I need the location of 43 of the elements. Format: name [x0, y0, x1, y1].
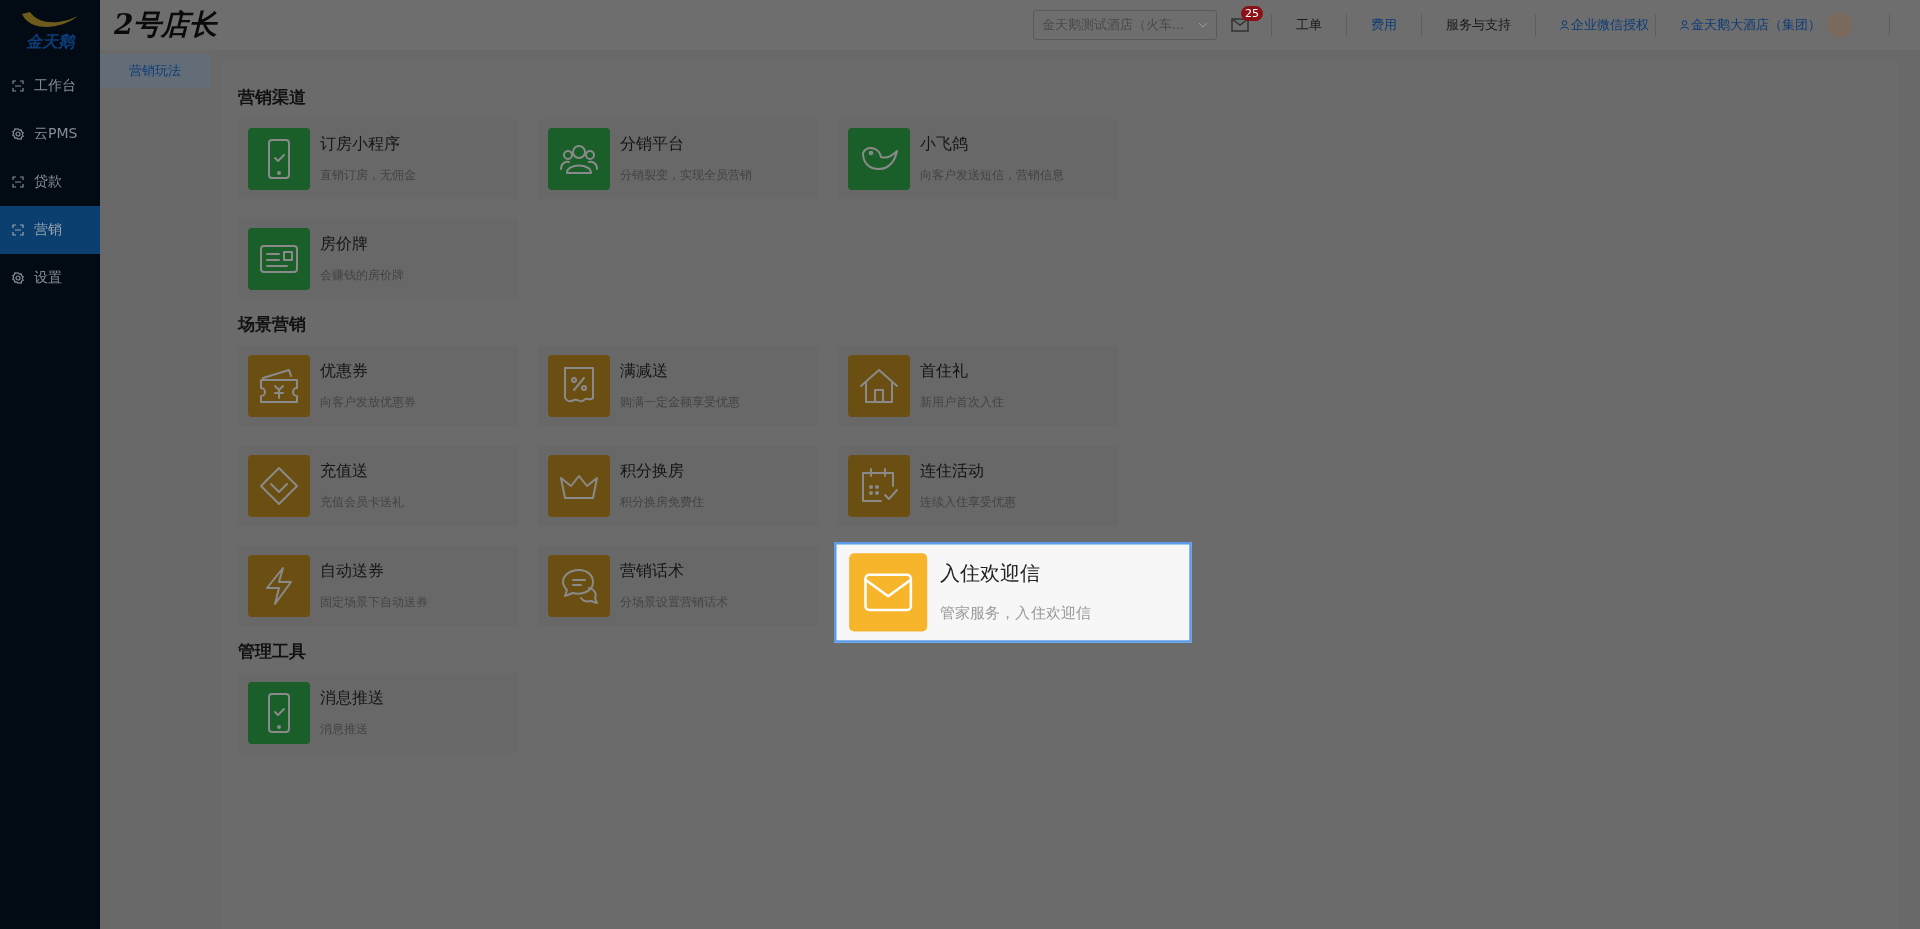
section-title: 营销渠道 — [238, 86, 307, 109]
card-title: 小飞鸽 — [920, 134, 969, 155]
card-title: 优惠券 — [320, 361, 369, 382]
card-title: 消息推送 — [320, 688, 384, 709]
card-title: 首住礼 — [920, 361, 969, 382]
logo-text: 金天鹅 — [26, 31, 74, 53]
card-title: 房价牌 — [320, 234, 369, 255]
person-icon — [1680, 20, 1689, 30]
mail-icon[interactable] — [1231, 18, 1249, 32]
gear-icon — [12, 272, 24, 284]
card-title: 分销平台 — [620, 134, 685, 155]
card-title: 营销话术 — [620, 561, 685, 582]
feature-card[interactable]: 入住欢迎信 管家服务，入住欢迎信 — [834, 542, 1192, 643]
card-title: 入住欢迎信 — [939, 560, 1042, 587]
header-link[interactable]: 费用 — [1347, 16, 1421, 34]
card-title: 充值送 — [320, 461, 369, 482]
gear-icon — [12, 128, 24, 140]
scan-frame-icon — [12, 80, 24, 92]
person-icon — [1560, 20, 1569, 30]
header-link[interactable]: 工单 — [1272, 16, 1346, 34]
sidebar-item[interactable]: 营销 — [0, 206, 100, 254]
card-title: 连住活动 — [920, 461, 985, 482]
card-description: 管家服务，入住欢迎信 — [939, 602, 1092, 624]
sidebar-item[interactable]: 贷款 — [0, 158, 100, 206]
notification-badge: 25 — [1241, 6, 1263, 21]
scan-frame-icon — [12, 176, 24, 188]
card-title: 自动送券 — [320, 561, 385, 582]
header-link[interactable]: 服务与支持 — [1422, 16, 1535, 34]
section-title: 场景营销 — [238, 313, 307, 336]
card-title: 订房小程序 — [320, 134, 401, 155]
header-link[interactable]: 金天鹅大酒店（集团） — [1656, 16, 1827, 34]
sub-tab[interactable]: 营销玩法 — [100, 54, 210, 88]
scan-frame-icon — [12, 224, 24, 236]
app-title: 2号店长 — [114, 7, 218, 43]
sidebar-item[interactable]: 工作台 — [0, 62, 100, 110]
card-title: 积分换房 — [620, 461, 685, 482]
diamond-icon — [257, 464, 301, 508]
sidebar-item[interactable]: 云PMS — [0, 110, 100, 158]
section-title: 管理工具 — [238, 640, 307, 663]
sidebar-item[interactable]: 设置 — [0, 254, 100, 302]
chevron-down-icon — [1198, 22, 1208, 28]
card-title: 满减送 — [620, 361, 669, 382]
header-link[interactable]: 企业微信授权 — [1536, 16, 1655, 34]
